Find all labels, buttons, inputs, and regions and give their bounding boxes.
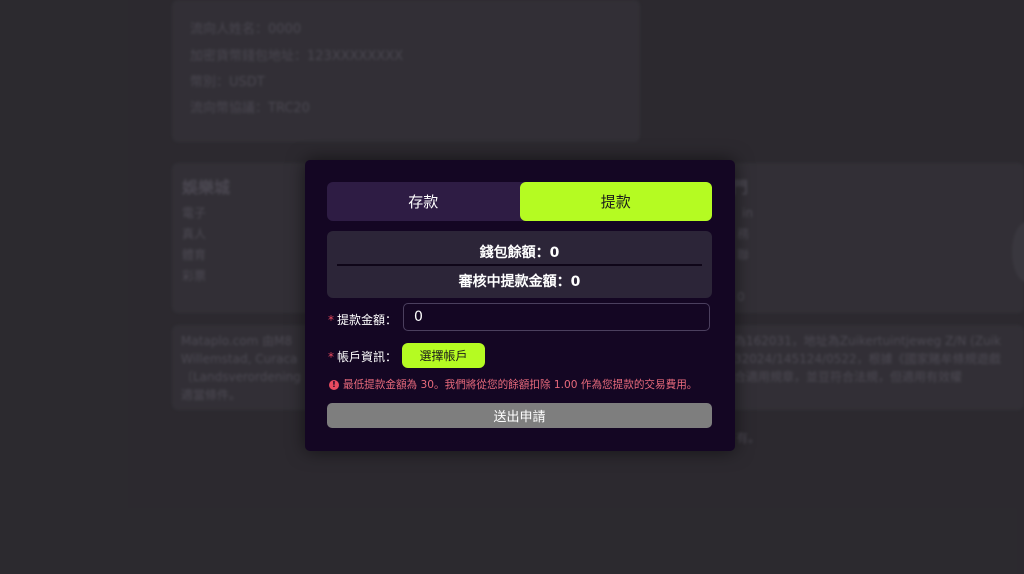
deposit-withdraw-tabs: 存款 提款 (327, 182, 712, 221)
amount-label-text: 提款金額： (337, 313, 398, 327)
required-mark: * (328, 313, 334, 327)
pending-withdrawal-amount: 審核中提款金額：0 (458, 274, 581, 290)
warning-text: 最低提款金額為 30。我們將從您的餘額扣除 1.00 作為您提款的交易費用。 (343, 379, 698, 391)
account-label-text: 帳戶資訊： (337, 350, 398, 364)
balance-divider (337, 264, 702, 266)
select-account-button[interactable]: 選擇帳戶 (402, 343, 485, 368)
required-mark: * (328, 350, 334, 364)
withdraw-amount-input[interactable] (403, 303, 710, 331)
withdraw-modal: 存款 提款 錢包餘額：0 審核中提款金額：0 *提款金額： *帳戶資訊： 選擇帳… (305, 160, 735, 451)
balance-summary: 錢包餘額：0 審核中提款金額：0 (327, 231, 712, 298)
submit-withdraw-button[interactable]: 送出申請 (327, 403, 712, 428)
tab-deposit[interactable]: 存款 (327, 182, 520, 221)
tab-withdraw[interactable]: 提款 (519, 182, 712, 221)
account-label: * 帳戶資訊： (328, 348, 397, 365)
amount-label: * 提款金額： (328, 311, 397, 328)
alert-icon: ! (329, 379, 339, 390)
wallet-balance: 錢包餘額：0 (479, 245, 560, 261)
minimum-withdraw-warning: ! 最低提款金額為 30。我們將從您的餘額扣除 1.00 作為您提款的交易費用。 (329, 377, 697, 392)
